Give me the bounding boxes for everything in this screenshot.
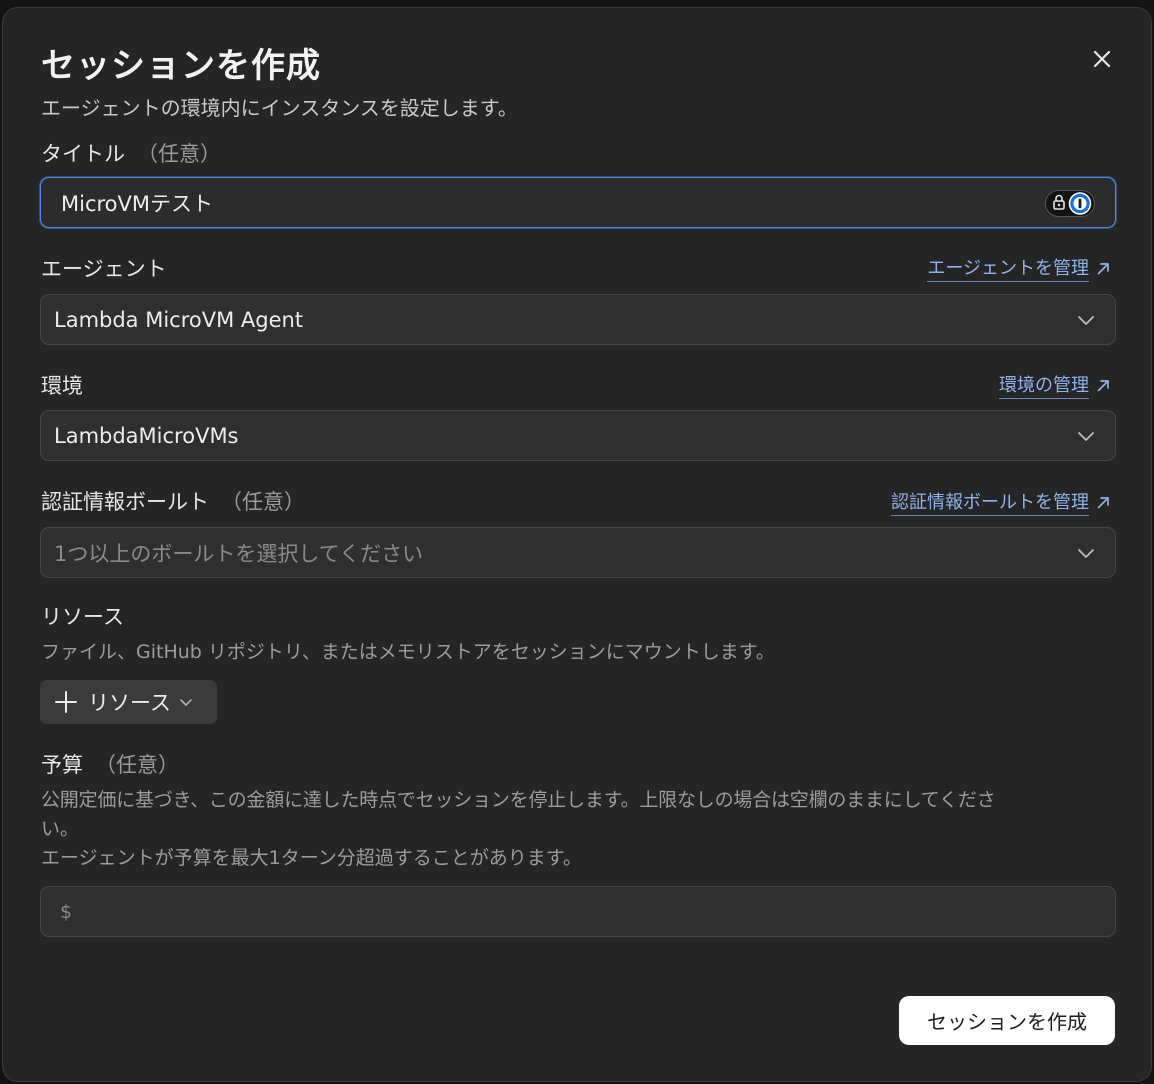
create-session-dialog: セッションを作成 エージェントの環境内にインスタンスを設定します。 タイトル （任… [2,7,1152,1082]
environment-select-value: LambdaMicroVMs [54,423,239,448]
title-input[interactable]: MicroVMテスト [40,177,1116,228]
add-resource-button[interactable]: リソース [40,680,217,724]
chevron-down-icon [1078,432,1094,441]
budget-label: 予算 （任意） [41,749,179,779]
budget-description-line1: 公開定価に基づき、この金額に達した時点でセッションを停止します。上限なしの場合は… [41,789,996,811]
vault-optional-tag: （任意） [221,490,305,514]
add-resource-label: リソース [88,691,171,715]
title-label-text: タイトル [41,142,125,166]
vault-label: 認証情報ボールト （任意） [41,486,305,516]
chevron-down-icon [1078,316,1094,325]
budget-description: 公開定価に基づき、この金額に達した時点でセッションを停止します。上限なしの場合は… [41,786,1121,873]
chevron-down-icon [1078,549,1094,558]
manage-environments-link[interactable]: 環境の管理 [999,371,1111,399]
close-icon [1093,50,1111,68]
vault-label-text: 認証情報ボールト [41,490,209,514]
resources-description: ファイル、GitHub リポジトリ、またはメモリストアをセッションにマウントしま… [41,641,775,663]
budget-input[interactable]: $ [40,886,1116,937]
manage-vaults-link-text: 認証情報ボールトを管理 [891,488,1089,516]
vault-select[interactable]: 1つ以上のボールトを選択してください [40,527,1116,578]
dialog-title: セッションを作成 [41,46,321,86]
environment-label: 環境 [41,374,83,398]
environment-select[interactable]: LambdaMicroVMs [40,410,1116,461]
plus-icon [55,691,77,713]
manage-vaults-link[interactable]: 認証情報ボールトを管理 [891,488,1111,516]
title-optional-tag: （任意） [137,142,221,166]
chevron-down-icon [180,699,192,706]
title-input-value: MicroVMテスト [61,191,214,216]
budget-description-line3: エージェントが予算を最大1ターン分超過することがあります。 [41,847,582,869]
title-label: タイトル （任意） [41,138,221,168]
agent-select-value: Lambda MicroVM Agent [54,307,304,332]
budget-description-line2: い。 [41,818,80,840]
agent-select[interactable]: Lambda MicroVM Agent [40,294,1116,345]
manage-agents-link-text: エージェントを管理 [927,254,1089,282]
dialog-subtitle: エージェントの環境内にインスタンスを設定します。 [41,96,518,120]
agent-label: エージェント [41,257,167,281]
arrow-up-right-icon [1097,379,1109,391]
close-button[interactable] [1085,42,1119,76]
arrow-up-right-icon [1097,262,1109,274]
budget-label-text: 予算 [41,753,83,777]
resources-label: リソース [41,605,124,629]
create-session-button[interactable]: セッションを作成 [899,996,1115,1045]
password-manager-button[interactable] [1045,190,1095,217]
manage-environments-link-text: 環境の管理 [999,371,1089,399]
vault-select-placeholder: 1つ以上のボールトを選択してください [54,541,424,566]
arrow-up-right-icon [1097,496,1109,508]
budget-optional-tag: （任意） [95,753,179,777]
manage-agents-link[interactable]: エージェントを管理 [927,254,1111,282]
currency-symbol: $ [60,900,73,923]
password-manager-icon [1053,192,1092,215]
